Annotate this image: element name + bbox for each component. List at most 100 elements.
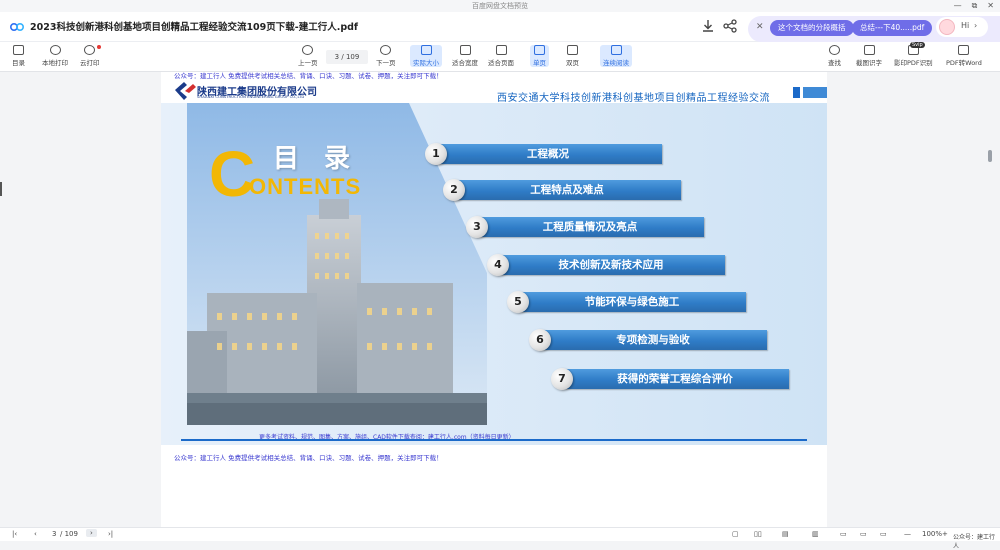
download-icon[interactable] [700,18,716,34]
zoom-out-icon[interactable]: — [904,530,911,538]
contents-text: ONTENTS [249,174,361,198]
toc-number-7: 7 [551,368,573,390]
fit-page-button[interactable]: 适合页面 [488,45,514,67]
ai-assistant-hi-button[interactable]: Hi › [936,17,988,37]
pdf-to-word-button[interactable]: PDF转Word [946,45,982,67]
continuous-icon[interactable]: ▤ [782,530,789,538]
first-page-icon[interactable]: |‹ [12,530,17,538]
corner-watermark: 公众号：建工行人 [953,534,996,550]
share-icon[interactable] [722,18,738,34]
toc-item-7[interactable]: 获得的荣誉工程综合评价 [561,369,789,389]
contents-wordmark: C ONTENTS [209,138,361,198]
window-controls: — ⧉ ✕ [954,0,994,12]
vertical-scrollbar[interactable] [988,150,992,162]
last-page-icon[interactable]: ›| [108,530,113,538]
cloud-print-label: 云打印 [80,59,100,67]
toc-item-6[interactable]: 专项检测与验收 [539,330,767,350]
cloud-print-button[interactable]: 云打印 [80,45,101,67]
document-header: 2023科技创新港科创基地项目创精品工程经验交流109页下载-建工行人.pdf … [0,12,1000,42]
prev-page-icon[interactable]: ‹ [34,530,37,538]
screenshot-ocr-button[interactable]: 截图识字 [856,45,882,67]
toc-item-2[interactable]: 工程特点及难点 [453,180,681,200]
toc-item-1[interactable]: 工程概况 [434,144,662,164]
toc-number-6: 6 [529,329,551,351]
toc-item-label: 技术创新及新技术应用 [558,259,664,271]
document-title: 2023科技创新港科创基地项目创精品工程经验交流109页下载-建工行人.pdf [30,22,359,33]
page-number-input[interactable]: 3 / 109 [326,50,368,64]
fit-page-small-icon[interactable]: ▭ [860,530,867,538]
fit-single-icon[interactable]: ▢ [732,530,739,538]
footer-divider [181,439,807,441]
fit-width-small-icon[interactable]: ▭ [840,530,847,538]
single-page-button[interactable]: 单页 [530,45,549,67]
document-viewer[interactable]: 公众号：建工行人 免费提供考试相关总结、背诵、口诀、习题、试卷、押题，关注即可下… [0,72,1000,527]
slide-title: 西安交通大学科技创新港科创基地项目创精品工程经验交流 [497,93,770,104]
ai-hi-label: Hi [961,21,970,30]
toc-item-5[interactable]: 节能环保与绿色施工 [518,292,746,312]
restore-button[interactable]: ⧉ [972,0,978,12]
slide-contents: 陕西建工集团股份有限公司 SHAANXI CONSTRUCTION ENGINE… [161,82,827,448]
toc-label: 目录 [12,59,25,67]
continuous-read-icon [610,45,622,55]
fit-page-label: 适合页面 [488,59,514,67]
zoom-in-icon[interactable]: + [942,530,948,538]
local-print-button[interactable]: 本地打印 [42,45,68,67]
toc-number-1: 1 [425,143,447,165]
double-page-label: 双页 [566,59,579,67]
toc-number-5: 5 [507,291,529,313]
next-page-button[interactable]: 下一页 [376,45,396,67]
fit-double-icon[interactable]: ▯▯ [754,530,762,538]
ai-summary-button[interactable]: 这个文档的分段概括 [770,20,854,36]
toc-item-label: 节能环保与绿色施工 [584,296,680,308]
actual-size-icon [420,45,432,55]
scroll-mode-icon[interactable]: ▥ [812,530,819,538]
status-total-pages: / 109 [60,530,78,538]
header-accent-block [803,87,827,98]
toc-item-4[interactable]: 技术创新及新技术应用 [497,255,725,275]
toc-item-3[interactable]: 工程质量情况及亮点 [476,217,704,237]
toc-number-3: 3 [466,216,488,238]
find-button[interactable]: 查找 [828,45,841,67]
single-page-icon [534,45,545,55]
fit-page-icon [495,45,507,55]
zoom-level[interactable]: 100% [922,530,942,538]
outline-icon [13,45,24,55]
toc-item-label: 获得的荣誉工程综合评价 [617,373,733,385]
status-current-page[interactable]: 3 [52,530,56,538]
ai-file-summary-button[interactable]: 总结---下40.....pdf [852,20,933,36]
assistant-avatar-icon [939,19,955,35]
continuous-read-button[interactable]: 连续阅读 [600,45,632,67]
fit-width-icon [459,45,471,55]
fit-width-button[interactable]: 适合宽度 [452,45,478,67]
svip-badge: Svip [910,42,925,48]
double-page-icon [567,45,578,55]
text-cursor-marker [0,182,2,196]
find-label: 查找 [828,59,841,67]
toc-number-4: 4 [487,254,509,276]
pdf-ocr-label: 影印PDF识别 [894,59,933,67]
double-page-button[interactable]: 双页 [566,45,579,67]
toc-button[interactable]: 目录 [12,45,25,67]
current-page: 3 [334,53,340,61]
close-icon[interactable]: ✕ [756,22,764,32]
pdf-ocr-button[interactable]: 影印PDF识别 Svip [894,42,933,67]
actual-size-button[interactable]: 实际大小 [410,45,442,67]
status-bar: |‹ ‹ 3 / 109 › ›| ▢ ▯▯ ▤ ▥ ▭ ▭ ▭ — 100% … [0,527,1000,550]
prev-page-label: 上一页 [298,59,318,67]
prev-page-button[interactable]: 上一页 [298,45,318,67]
fit-width-label: 适合宽度 [452,59,478,67]
next-page-icon[interactable]: › [86,529,97,537]
continuous-read-label: 连续阅读 [603,59,629,67]
total-pages: / 109 [341,53,360,61]
cloud-printer-icon [84,45,96,55]
crop-icon [863,45,875,55]
arrow-up-icon [302,45,314,55]
baidu-netdisk-icon [10,23,24,31]
actual-size-small-icon[interactable]: ▭ [880,530,887,538]
notification-dot [96,45,101,49]
close-button[interactable]: ✕ [987,0,994,12]
toc-item-label: 工程特点及难点 [530,184,604,196]
screenshot-ocr-label: 截图识字 [856,59,882,67]
local-print-label: 本地打印 [42,59,68,67]
minimize-button[interactable]: — [954,0,962,12]
